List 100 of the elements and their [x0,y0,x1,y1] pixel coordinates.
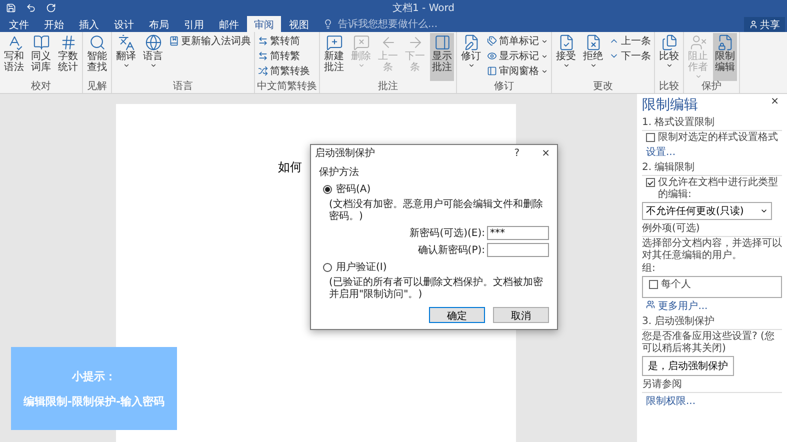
book-icon [32,34,50,51]
close-button[interactable]: × [538,148,553,158]
window-title: 文档1 - Word [391,2,456,14]
group-label: 组: [642,263,656,275]
ribbon-tab[interactable]: 开始 [37,16,71,32]
ribbon-button[interactable]: 显示标记 [486,49,549,63]
ribbon-tab[interactable]: 审阅 [247,16,281,32]
redo-icon[interactable] [46,2,56,12]
option-note: (已验证的所有者可以删除文档保护。文档被加密并启用"限制访问"。) [328,277,544,301]
ribbon-tab[interactable]: 邮件 [212,16,246,32]
caret-icon [150,62,156,69]
ribbon-button[interactable]: 限制编辑 [713,33,737,81]
ribbon-tab[interactable]: 引用 [177,16,211,32]
exceptions-text: 选择部分文档内容，并选择可以对其任意编辑的用户。 [642,238,782,262]
save-icon[interactable] [6,2,16,12]
ribbon-button[interactable]: 智能查找 [85,33,109,81]
ribbon-button[interactable]: 字数统计 [56,33,80,81]
checkbox-label: 仅允许在文档中进行此类型的编辑: [658,177,779,201]
group-label: 修订 [493,81,515,93]
edit-type-dropdown[interactable]: 不允许任何更改(只读) [642,202,772,220]
convert-icon [258,36,268,46]
caret-icon [541,38,548,44]
ribbon-button[interactable]: 简转繁 [257,49,311,63]
group-label: 见解 [86,81,108,93]
ribbon-button[interactable]: 审阅窗格 [486,64,549,78]
ok-button[interactable]: 确定 [429,307,485,323]
users-icon [646,300,655,309]
section-heading: 2. 编辑限制 [642,160,782,176]
caret-icon [562,62,570,69]
radio-label: 用户验证(I) [336,260,387,274]
password-field[interactable] [487,243,549,257]
caret-icon [694,73,702,80]
ribbon-button[interactable]: 新建批注 [322,33,346,81]
cancel-button[interactable]: 取消 [493,307,549,323]
ribbon-button[interactable]: 下一条 [608,49,652,63]
undo-icon[interactable] [26,2,36,12]
checkbox[interactable] [649,280,658,289]
ribbon-button[interactable]: 翻译 [114,33,138,81]
panel-icon [487,66,497,76]
field-label: 确认新密码(P): [418,244,485,257]
documents-icon [660,34,678,51]
checkbox[interactable] [646,178,655,187]
ribbon-button[interactable]: 拒绝 [581,33,605,81]
caret-icon [358,62,364,69]
settings-link[interactable]: 设置... [642,145,782,159]
ribbon-button[interactable]: 上一条 [608,34,652,48]
checkbox[interactable] [646,133,655,142]
permissions-link[interactable]: 限制权限... [642,394,782,408]
convert-icon [258,66,268,76]
ribbon-button[interactable]: 繁转简 [257,34,311,48]
ribbon-tab[interactable]: 文件 [2,16,36,32]
group-label: 比较 [658,81,680,93]
group-label: 批注 [377,81,399,93]
ribbon-button[interactable]: 显示批注 [430,33,454,81]
comment-add-icon [326,34,342,51]
caret-icon [590,62,596,69]
convert-icon [258,51,268,61]
caret-icon [122,62,130,69]
group-label: 保护 [700,81,722,93]
section-heading: 例外项(可选) [642,221,782,237]
ribbon-tab[interactable]: 布局 [142,16,176,32]
more-users-link[interactable]: 更多用户... [642,299,782,313]
section-heading: 1. 格式设置限制 [642,115,782,131]
hash-icon [60,34,76,51]
section-heading: 3. 启动强制保护 [642,314,782,330]
option-note: (文档没有加密。恶意用户可能会编辑文件和删除密码。) [328,199,544,223]
ribbon-button[interactable]: 简繁转换 [257,64,311,78]
ribbon-button[interactable]: 简单标记 [486,34,549,48]
ribbon-button[interactable]: 修订 [459,33,483,81]
close-button[interactable]: × [768,96,782,107]
share-button[interactable]: 共享 [744,17,785,32]
panel-icon [434,34,450,51]
ribbon-button[interactable]: 语言 [141,33,165,81]
tell-me-field[interactable]: 告诉我您想要做什么... [336,18,486,30]
eye-icon [487,51,497,61]
ribbon-button[interactable]: 比较 [657,33,681,81]
caret-icon [666,62,672,69]
ribbon-button[interactable]: 更新输入法词典 [168,34,252,48]
radio-button[interactable] [323,262,332,272]
document-text: 如何 [278,160,302,174]
group-label: 中文简繁转换 [257,81,317,93]
radio-button[interactable] [323,184,332,194]
ribbon-tab[interactable]: 插入 [72,16,106,32]
ribbon-button[interactable]: 同义词库 [29,33,53,81]
caret-icon [541,52,548,60]
comment-delete-icon [352,34,370,51]
start-protection-button[interactable]: 是，启动强制保护 [642,356,734,376]
ribbon-button[interactable]: 接受 [554,33,578,81]
group-label: 语言 [172,81,194,93]
ribbon-tab[interactable]: 视图 [282,16,316,32]
document-edit-icon [462,34,480,51]
pane-title: 限制编辑 [642,96,698,114]
help-button[interactable]: ? [511,148,523,158]
user-label: 每个人 [661,279,691,291]
password-field[interactable]: *** [487,226,549,240]
dictionary-icon [169,36,179,46]
ribbon-tab[interactable]: 设计 [107,16,141,32]
globe-icon [144,34,162,51]
ribbon-button[interactable]: 写和语法 [2,33,26,81]
field-label: 新密码(可选)(E): [410,226,485,240]
